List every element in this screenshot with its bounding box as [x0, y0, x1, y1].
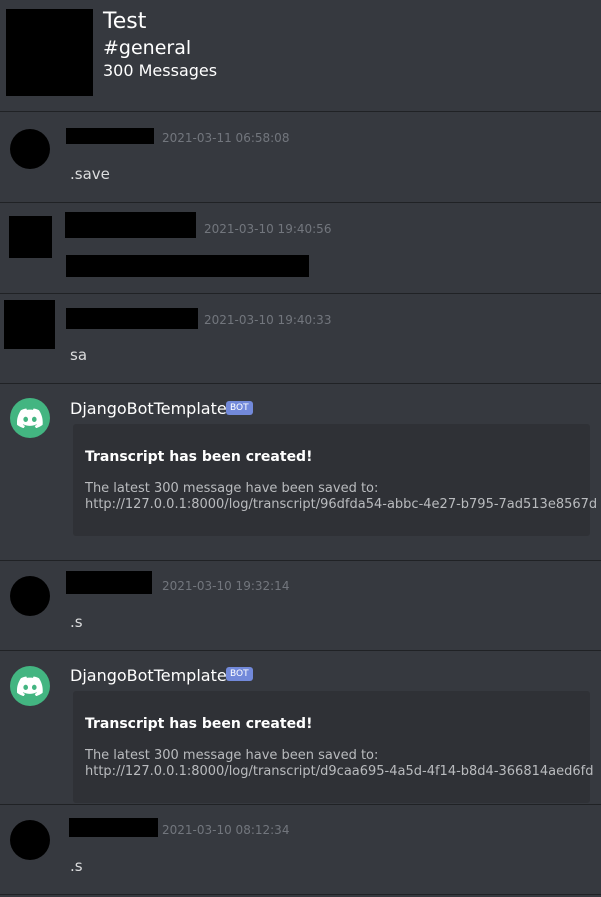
avatar — [10, 129, 50, 169]
bot-avatar — [10, 398, 50, 438]
message-item: 2021-03-10 19:40:33 sa — [0, 294, 601, 384]
message-content: .s — [70, 613, 83, 631]
message-content: sa — [70, 346, 88, 364]
embed-link[interactable]: http://127.0.0.1:8000/log/transcript/96d… — [85, 497, 597, 513]
message-item: 2021-03-11 06:58:08 .save — [0, 112, 601, 203]
message-content: .save — [70, 165, 110, 183]
bot-author-name: DjangoBotTemplate — [70, 399, 227, 418]
embed-description: The latest 300 message have been saved t… — [85, 481, 597, 513]
message-content: .s — [70, 857, 83, 875]
redacted-username — [65, 212, 196, 238]
avatar — [9, 216, 52, 258]
channel-header: Test #general 300 Messages — [0, 0, 601, 112]
message-count: 300 Messages — [103, 61, 218, 80]
embed-title: Transcript has been created! — [85, 449, 313, 465]
bot-message-item: DjangoBotTemplate BOT Transcript has bee… — [0, 651, 601, 805]
redacted-username — [66, 308, 198, 329]
message-item: 2021-03-10 19:40:56 — [0, 203, 601, 294]
message-timestamp: 2021-03-10 19:40:56 — [204, 222, 332, 236]
bot-author-name: DjangoBotTemplate — [70, 666, 227, 685]
message-timestamp: 2021-03-10 19:40:33 — [204, 313, 332, 327]
channel-name: #general — [103, 37, 192, 59]
message-timestamp: 2021-03-10 19:32:14 — [162, 579, 290, 593]
embed: Transcript has been created! The latest … — [73, 691, 593, 803]
bot-avatar — [10, 666, 50, 706]
bot-message-item: DjangoBotTemplate BOT Transcript has bee… — [0, 384, 601, 561]
redacted-username — [69, 818, 158, 837]
message-timestamp: 2021-03-10 08:12:34 — [162, 823, 290, 837]
embed-description: The latest 300 message have been saved t… — [85, 748, 593, 780]
message-timestamp: 2021-03-11 06:58:08 — [162, 131, 290, 145]
bot-tag: BOT — [226, 401, 253, 415]
redacted-message-content — [66, 255, 309, 277]
embed: Transcript has been created! The latest … — [73, 424, 597, 536]
guild-name: Test — [103, 9, 147, 34]
redacted-username — [66, 128, 154, 144]
discord-logo-icon — [17, 408, 43, 428]
embed-description-line: The latest 300 message have been saved t… — [85, 748, 379, 763]
embed-title: Transcript has been created! — [85, 716, 313, 732]
discord-logo-icon — [17, 676, 43, 696]
avatar — [4, 300, 55, 349]
guild-icon — [6, 9, 93, 96]
avatar — [10, 576, 50, 616]
embed-link[interactable]: http://127.0.0.1:8000/log/transcript/d9c… — [85, 764, 593, 780]
avatar — [10, 820, 50, 860]
message-item: 2021-03-10 19:32:14 .s — [0, 561, 601, 651]
redacted-username — [66, 571, 152, 594]
bot-tag: BOT — [226, 667, 253, 681]
embed-description-line: The latest 300 message have been saved t… — [85, 481, 379, 496]
message-item: 2021-03-10 08:12:34 .s — [0, 805, 601, 895]
